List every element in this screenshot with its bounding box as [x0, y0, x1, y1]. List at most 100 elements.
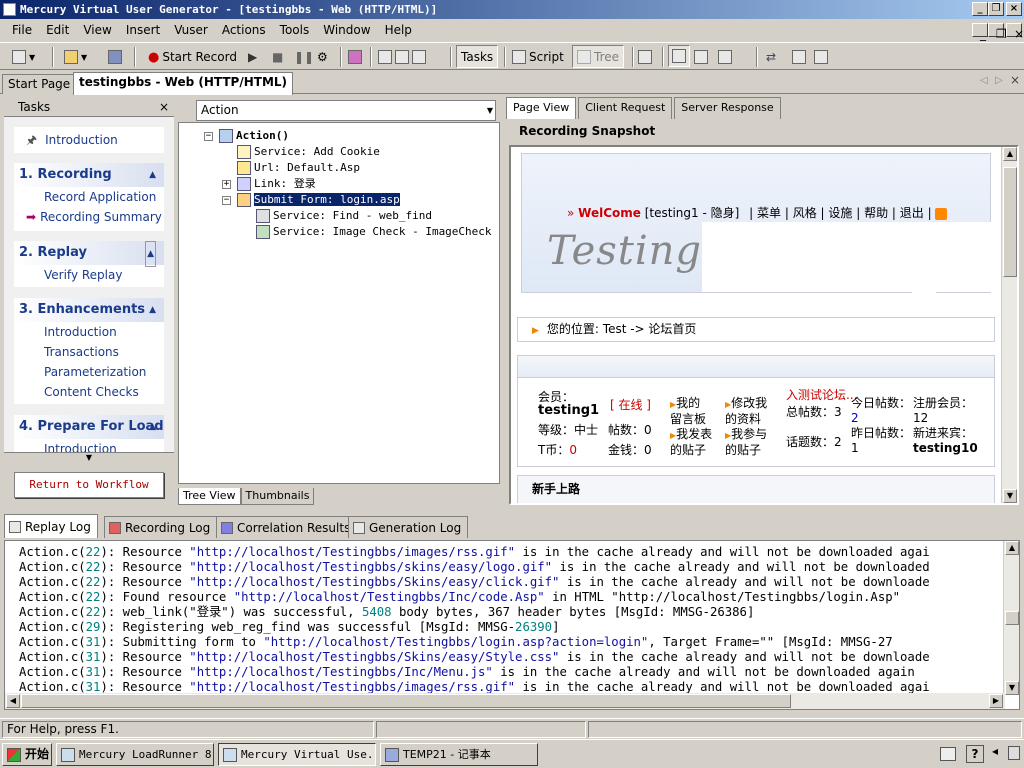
- scroll-thumb[interactable]: [1003, 167, 1017, 277]
- return-to-workflow-button[interactable]: Return to Workflow: [14, 472, 164, 498]
- scroll-thumb[interactable]: [1005, 611, 1019, 625]
- panel2-icon[interactable]: [694, 50, 708, 64]
- panel3-icon[interactable]: [718, 50, 732, 64]
- start-button[interactable]: 开始: [2, 743, 52, 766]
- tree-node-find[interactable]: Service: Find - web_find: [256, 208, 432, 224]
- grid-icon[interactable]: [792, 50, 806, 64]
- close-button[interactable]: ×: [1006, 2, 1022, 16]
- chevron-down-icon[interactable]: ▼: [487, 101, 493, 120]
- tab-scroll-left-icon[interactable]: ◁: [980, 75, 988, 86]
- log-vscrollbar[interactable]: ▲ ▼: [1003, 541, 1019, 695]
- link-guestbook[interactable]: ▶我的留言板: [670, 396, 712, 427]
- snapshot-scrollbar[interactable]: ▲ ▼: [1001, 147, 1017, 503]
- link-joined-posts[interactable]: ▶我参与的贴子: [725, 427, 773, 458]
- task-record-application[interactable]: Record Application: [14, 187, 164, 207]
- tab-server-response[interactable]: Server Response: [674, 97, 781, 119]
- tab-correlation-results[interactable]: Correlation Results: [216, 516, 358, 538]
- insert-step-icon[interactable]: [378, 50, 392, 64]
- task-introduction[interactable]: Introduction: [14, 322, 164, 342]
- tab-recording-log[interactable]: Recording Log: [104, 516, 218, 538]
- open-dropdown-icon[interactable]: ▼: [81, 53, 87, 62]
- nav-menu-link[interactable]: 菜单: [757, 206, 781, 220]
- doc-restore-button[interactable]: ❐: [988, 23, 1007, 41]
- new-dropdown-icon[interactable]: ▼: [29, 53, 35, 62]
- save-icon[interactable]: [108, 50, 122, 64]
- tree-node-image-check[interactable]: Service: Image Check - ImageCheck: [256, 224, 492, 240]
- menu-actions[interactable]: Actions: [215, 20, 273, 40]
- insert-transaction-icon[interactable]: [412, 50, 426, 64]
- task-recording-summary[interactable]: ➡ Recording Summary: [14, 207, 164, 227]
- task-parameterization[interactable]: Parameterization: [14, 362, 164, 382]
- tab-thumbnails[interactable]: Thumbnails: [240, 488, 315, 505]
- taskbar-loadrunner[interactable]: Mercury LoadRunner 8.1: [56, 743, 214, 766]
- hscroll-thumb[interactable]: [21, 694, 791, 708]
- tree-node-link[interactable]: Link: 登录: [237, 176, 316, 192]
- nav-style-link[interactable]: 风格: [793, 206, 817, 220]
- tab-scroll-right-icon[interactable]: ▷: [995, 75, 1003, 86]
- log-hscrollbar[interactable]: ◀ ▶: [5, 693, 1005, 709]
- tasks-intro-link[interactable]: 🖈 Introduction: [14, 127, 164, 153]
- task-content-checks[interactable]: Content Checks: [14, 382, 164, 402]
- nav-settings-link[interactable]: 设施: [828, 206, 852, 220]
- tray-icon[interactable]: [1008, 746, 1020, 760]
- scroll-down-icon[interactable]: ▼: [1005, 681, 1019, 695]
- tab-replay-log[interactable]: Replay Log: [4, 514, 98, 538]
- play-icon[interactable]: ▶: [248, 50, 257, 64]
- doc-minimize-button[interactable]: _: [972, 23, 988, 41]
- restore-button[interactable]: ❐: [988, 2, 1004, 16]
- tab-close-icon[interactable]: ×: [1010, 73, 1020, 87]
- expand-icon[interactable]: ▲: [145, 241, 156, 267]
- section-recording-header[interactable]: 1. Recording ▲: [14, 163, 164, 187]
- tree-button[interactable]: Tree: [572, 45, 625, 68]
- menu-tools[interactable]: Tools: [273, 20, 317, 40]
- collapse-icon[interactable]: ▲: [149, 298, 156, 322]
- tray-toggle-icon[interactable]: ◂: [992, 744, 998, 758]
- tab-client-request[interactable]: Client Request: [578, 97, 673, 119]
- section-replay-header[interactable]: 2. Replay ▲: [14, 241, 164, 267]
- action-combo[interactable]: Action ▼: [196, 100, 496, 121]
- tasks-scroll-down-icon[interactable]: ▼: [4, 452, 174, 464]
- collapse-node-icon[interactable]: −: [204, 132, 213, 141]
- nav-logout-link[interactable]: 退出: [900, 206, 924, 220]
- section-enhancements-header[interactable]: 3. Enhancements ▲: [14, 298, 164, 322]
- section-prepare-header[interactable]: 4. Prepare For Load ▲: [14, 415, 164, 439]
- start-record-button[interactable]: ● Start Record: [148, 46, 237, 68]
- rss-icon[interactable]: [935, 207, 948, 220]
- menu-edit[interactable]: Edit: [39, 20, 76, 40]
- menu-window[interactable]: Window: [316, 20, 377, 40]
- view-split-icon[interactable]: [638, 50, 652, 64]
- doc-close-button[interactable]: ×: [1006, 23, 1024, 41]
- open-folder-icon[interactable]: [64, 50, 78, 64]
- tree-node-add-cookie[interactable]: Service: Add Cookie: [237, 144, 380, 160]
- menu-insert[interactable]: Insert: [119, 20, 167, 40]
- pause-icon[interactable]: ❚❚: [294, 50, 314, 64]
- taskbar-notepad[interactable]: TEMP21 - 记事本: [380, 743, 538, 766]
- new-icon[interactable]: [12, 50, 26, 64]
- link-my-posts[interactable]: ▶我发表的贴子: [670, 427, 718, 458]
- menu-vuser[interactable]: Vuser: [167, 20, 215, 40]
- tree-node-action[interactable]: Action(): [219, 128, 289, 144]
- stop-icon[interactable]: ■: [272, 50, 283, 64]
- user-status[interactable]: [testing1 - 隐身]: [645, 206, 740, 220]
- scroll-right-icon[interactable]: ▶: [989, 694, 1003, 708]
- tab-tree-view[interactable]: Tree View: [178, 488, 241, 505]
- menu-file[interactable]: File: [0, 20, 39, 40]
- minimize-button[interactable]: _: [972, 2, 988, 16]
- tasks-button[interactable]: Tasks: [456, 45, 499, 68]
- task-transactions[interactable]: Transactions: [14, 342, 164, 362]
- tree-node-url[interactable]: Url: Default.Asp: [237, 160, 360, 176]
- link-edit-profile[interactable]: ▶修改我的资料: [725, 396, 773, 427]
- menu-view[interactable]: View: [76, 20, 118, 40]
- tab-testingbbs[interactable]: testingbbs - Web (HTTP/HTML): [73, 72, 294, 95]
- task-verify-replay[interactable]: Verify Replay: [14, 265, 164, 285]
- taskbar-vugen[interactable]: Mercury Virtual Use...: [218, 743, 376, 766]
- scroll-up-icon[interactable]: ▲: [1003, 147, 1017, 161]
- collapse-icon[interactable]: ▲: [149, 163, 156, 187]
- forum-link[interactable]: 入测试论坛...: [786, 386, 857, 403]
- insert-after-icon[interactable]: [395, 50, 409, 64]
- tree-node-submit-form[interactable]: Submit Form: login.asp: [237, 192, 400, 208]
- expand-node-icon[interactable]: +: [222, 180, 231, 189]
- tab-generation-log[interactable]: Generation Log: [348, 516, 469, 538]
- refresh-icon[interactable]: ⇄: [766, 50, 776, 64]
- scroll-left-icon[interactable]: ◀: [6, 694, 20, 708]
